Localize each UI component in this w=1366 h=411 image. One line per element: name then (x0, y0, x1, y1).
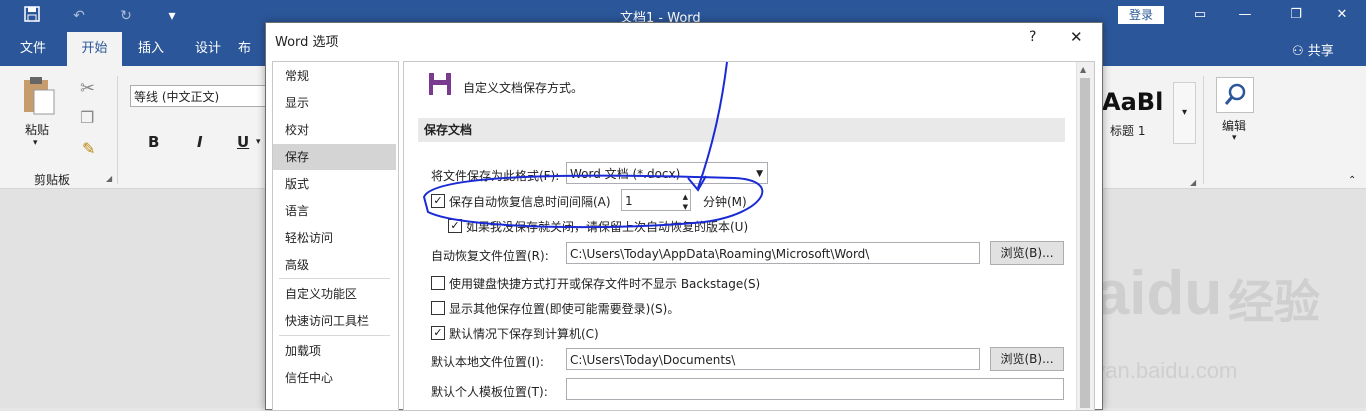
format-painter-icon[interactable]: ✎ (82, 139, 95, 158)
nav-item-addins[interactable]: 加载项 (273, 338, 396, 364)
paste-label[interactable]: 粘贴 (25, 121, 49, 138)
tab-insert[interactable]: 插入 (125, 32, 177, 66)
save-options-panel: 自定义文档保存方式。 保存文档 将文件保存为此格式(F): Word 文档 (*… (403, 61, 1095, 411)
style-preview[interactable]: AaBl (1102, 88, 1163, 116)
collapse-ribbon-icon[interactable]: ⌃ (1348, 175, 1356, 186)
dialog-title-bar: Word 选项 ? ✕ (266, 23, 1102, 55)
help-button[interactable]: ? (1029, 29, 1036, 45)
tab-design[interactable]: 设计 (182, 32, 234, 66)
styles-launcher-icon[interactable]: ◢ (1190, 178, 1196, 187)
dialog-title: Word 选项 (275, 35, 339, 50)
group-divider (1203, 76, 1204, 184)
nav-item-quick-access[interactable]: 快速访问工具栏 (273, 308, 396, 334)
dialog-launcher-icon[interactable]: ◢ (106, 174, 112, 183)
style-name[interactable]: 标题 1 (1110, 122, 1145, 139)
customize-qat-icon[interactable]: ▾ (162, 6, 182, 26)
underline-button[interactable]: U (237, 133, 249, 151)
person-icon: ⚇ (1292, 44, 1304, 59)
redo-icon[interactable]: ↻ (116, 6, 136, 26)
word-options-dialog: Word 选项 ? ✕ 常规 显示 校对 保存 版式 语言 轻松访问 高级 自定… (265, 22, 1103, 411)
italic-button[interactable]: I (197, 133, 203, 151)
login-button[interactable]: 登录 (1118, 6, 1164, 24)
nav-item-layout[interactable]: 版式 (273, 171, 396, 197)
clipboard-group-label: 剪贴板 (34, 173, 71, 187)
dialog-close-button[interactable]: ✕ (1070, 28, 1083, 46)
bold-button[interactable]: B (148, 133, 159, 151)
nav-item-proofing[interactable]: 校对 (273, 117, 396, 143)
options-nav: 常规 显示 校对 保存 版式 语言 轻松访问 高级 自定义功能区 快速访问工具栏… (272, 61, 399, 411)
nav-item-accessibility[interactable]: 轻松访问 (273, 225, 396, 251)
style-gallery-more-icon[interactable]: ▾ (1173, 82, 1196, 144)
minimize-icon[interactable]: — (1225, 4, 1265, 26)
restore-ribbon-icon[interactable]: ▭ (1180, 4, 1220, 26)
group-divider (117, 76, 118, 184)
maximize-icon[interactable]: ❐ (1276, 4, 1316, 26)
nav-item-general[interactable]: 常规 (273, 63, 396, 89)
nav-item-save[interactable]: 保存 (273, 144, 396, 170)
underline-dropdown-icon[interactable]: ▾ (256, 137, 261, 147)
nav-item-customize-ribbon[interactable]: 自定义功能区 (273, 281, 396, 307)
tab-home[interactable]: 开始 (67, 32, 122, 66)
close-window-icon[interactable]: ✕ (1322, 4, 1362, 26)
undo-icon[interactable]: ↶ (69, 6, 89, 26)
watermark-brand-cn: 经验 (1228, 275, 1320, 329)
copy-icon[interactable]: ❐ (80, 108, 94, 127)
nav-item-advanced[interactable]: 高级 (273, 252, 396, 278)
tab-layout[interactable]: 布 (238, 32, 264, 66)
annotation-circle (422, 62, 764, 229)
chevron-down-icon[interactable]: ▾ (1232, 133, 1237, 143)
chevron-down-icon[interactable]: ▾ (33, 138, 38, 148)
nav-item-display[interactable]: 显示 (273, 90, 396, 116)
nav-item-trust-center[interactable]: 信任中心 (273, 365, 396, 391)
nav-divider (279, 335, 390, 336)
nav-divider (279, 278, 390, 279)
tab-file[interactable]: 文件 (8, 32, 58, 66)
cut-icon[interactable]: ✂ (80, 78, 95, 99)
share-button[interactable]: ⚇ 共享 (1292, 40, 1334, 59)
search-icon[interactable] (1216, 77, 1254, 113)
nav-item-language[interactable]: 语言 (273, 198, 396, 224)
paste-icon[interactable] (20, 76, 56, 116)
save-icon[interactable] (22, 6, 42, 26)
font-name-box[interactable]: 等线 (中文正文) (130, 85, 267, 107)
editing-label[interactable]: 编辑 (1222, 117, 1246, 134)
